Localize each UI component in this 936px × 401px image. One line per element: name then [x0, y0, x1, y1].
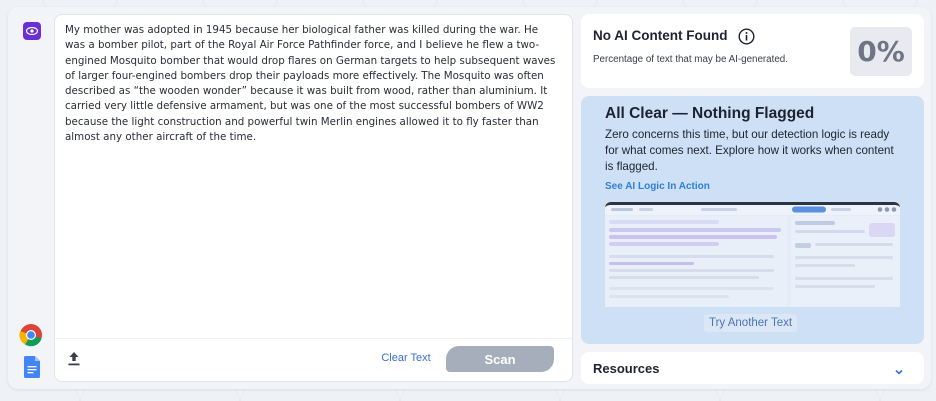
result-card: No AI Content Found Percentage of text t… [581, 14, 924, 88]
upload-icon[interactable] [67, 351, 81, 367]
eye-icon[interactable] [23, 22, 41, 40]
all-clear-panel: All Clear — Nothing Flagged Zero concern… [581, 96, 924, 344]
ai-score: 0% [850, 27, 912, 76]
scan-button[interactable]: Scan [446, 346, 554, 372]
info-icon[interactable] [738, 28, 755, 45]
result-subtitle: Percentage of text that may be AI-genera… [593, 54, 788, 65]
resources-label: Resources [593, 361, 660, 376]
editor-text[interactable]: My mother was adopted in 1945 because he… [65, 23, 560, 145]
see-ai-logic-link[interactable]: See AI Logic In Action [605, 181, 710, 192]
all-clear-title: All Clear — Nothing Flagged [605, 105, 815, 122]
text-editor[interactable]: My mother was adopted in 1945 because he… [54, 14, 573, 382]
all-clear-body: Zero concerns this time, but our detecti… [605, 128, 894, 173]
clear-text-button[interactable]: Clear Text [375, 352, 437, 364]
preview-image[interactable] [605, 202, 900, 307]
chevron-down-icon[interactable] [894, 363, 904, 375]
google-docs-icon[interactable] [24, 356, 40, 378]
resources-accordion[interactable]: Resources [581, 352, 924, 384]
editor-footer: Clear Text Scan [55, 338, 572, 381]
chrome-icon[interactable] [19, 323, 43, 347]
try-another-text-button[interactable]: Try Another Text [704, 314, 798, 332]
result-title: No AI Content Found [593, 28, 728, 43]
